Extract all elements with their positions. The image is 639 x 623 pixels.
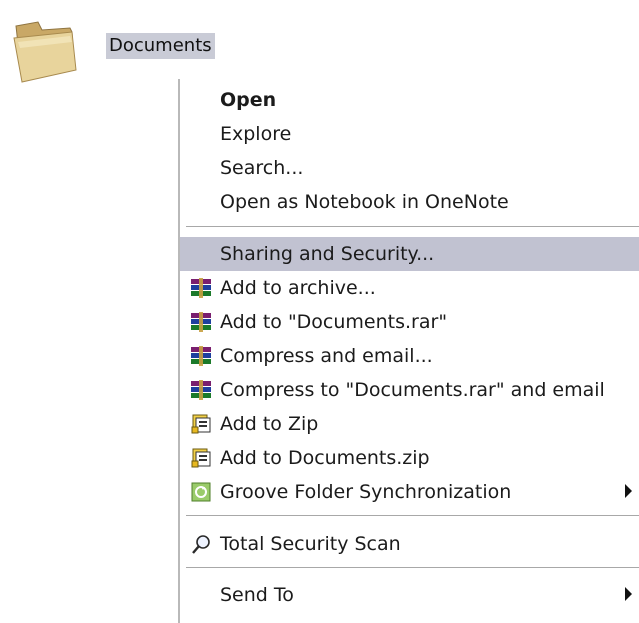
groove-icon [190,481,212,503]
submenu-arrow-icon [625,587,632,601]
menu-item-label: Compress and email... [220,345,433,367]
magnifier-icon [190,533,212,555]
menu-separator [186,567,639,571]
menu-item-label: Add to "Documents.rar" [220,311,448,333]
menu-item-label: Groove Folder Synchronization [220,481,512,503]
menu-item-label: Sharing and Security... [220,243,435,265]
menu-item-sharing-security[interactable]: Sharing and Security... [180,237,639,271]
menu-item-compress-rar-email[interactable]: Compress to "Documents.rar" and email [180,373,639,407]
menu-item-open[interactable]: Open [180,83,639,117]
winrar-icon [190,311,212,333]
winrar-icon [190,277,212,299]
menu-item-add-to-archive[interactable]: Add to archive... [180,271,639,305]
winrar-icon [190,379,212,401]
context-menu: Open Explore Search... Open as Notebook … [178,79,639,623]
menu-item-label: Compress to "Documents.rar" and email [220,379,605,401]
submenu-arrow-icon [625,484,632,498]
menu-item-label: Add to Zip [220,413,319,435]
menu-item-total-security-scan[interactable]: Total Security Scan [180,527,639,561]
menu-item-search[interactable]: Search... [180,151,639,185]
winrar-icon [190,345,212,367]
menu-item-label: Open as Notebook in OneNote [220,191,509,213]
menu-separator [186,515,639,519]
menu-item-label: Send To [220,584,294,606]
menu-item-label: Open [220,89,277,111]
menu-item-label: Add to archive... [220,277,376,299]
menu-item-add-to-documents-zip[interactable]: Add to Documents.zip [180,441,639,475]
desktop: Documents Open Explore Search... Open as… [0,0,639,623]
folder-icon[interactable] [8,8,88,88]
menu-item-open-onenote[interactable]: Open as Notebook in OneNote [180,185,639,219]
menu-item-add-to-zip[interactable]: Add to Zip [180,407,639,441]
folder-label[interactable]: Documents [106,33,215,59]
menu-item-label: Search... [220,157,304,179]
menu-item-label: Add to Documents.zip [220,447,430,469]
menu-separator [186,226,639,230]
menu-item-label: Total Security Scan [220,533,401,555]
zip-icon [190,447,212,469]
menu-item-send-to[interactable]: Send To [180,578,639,612]
zip-icon [190,413,212,435]
menu-item-compress-email[interactable]: Compress and email... [180,339,639,373]
menu-item-explore[interactable]: Explore [180,117,639,151]
menu-item-label: Explore [220,123,292,145]
menu-item-groove-sync[interactable]: Groove Folder Synchronization [180,475,639,509]
menu-item-add-to-rar[interactable]: Add to "Documents.rar" [180,305,639,339]
